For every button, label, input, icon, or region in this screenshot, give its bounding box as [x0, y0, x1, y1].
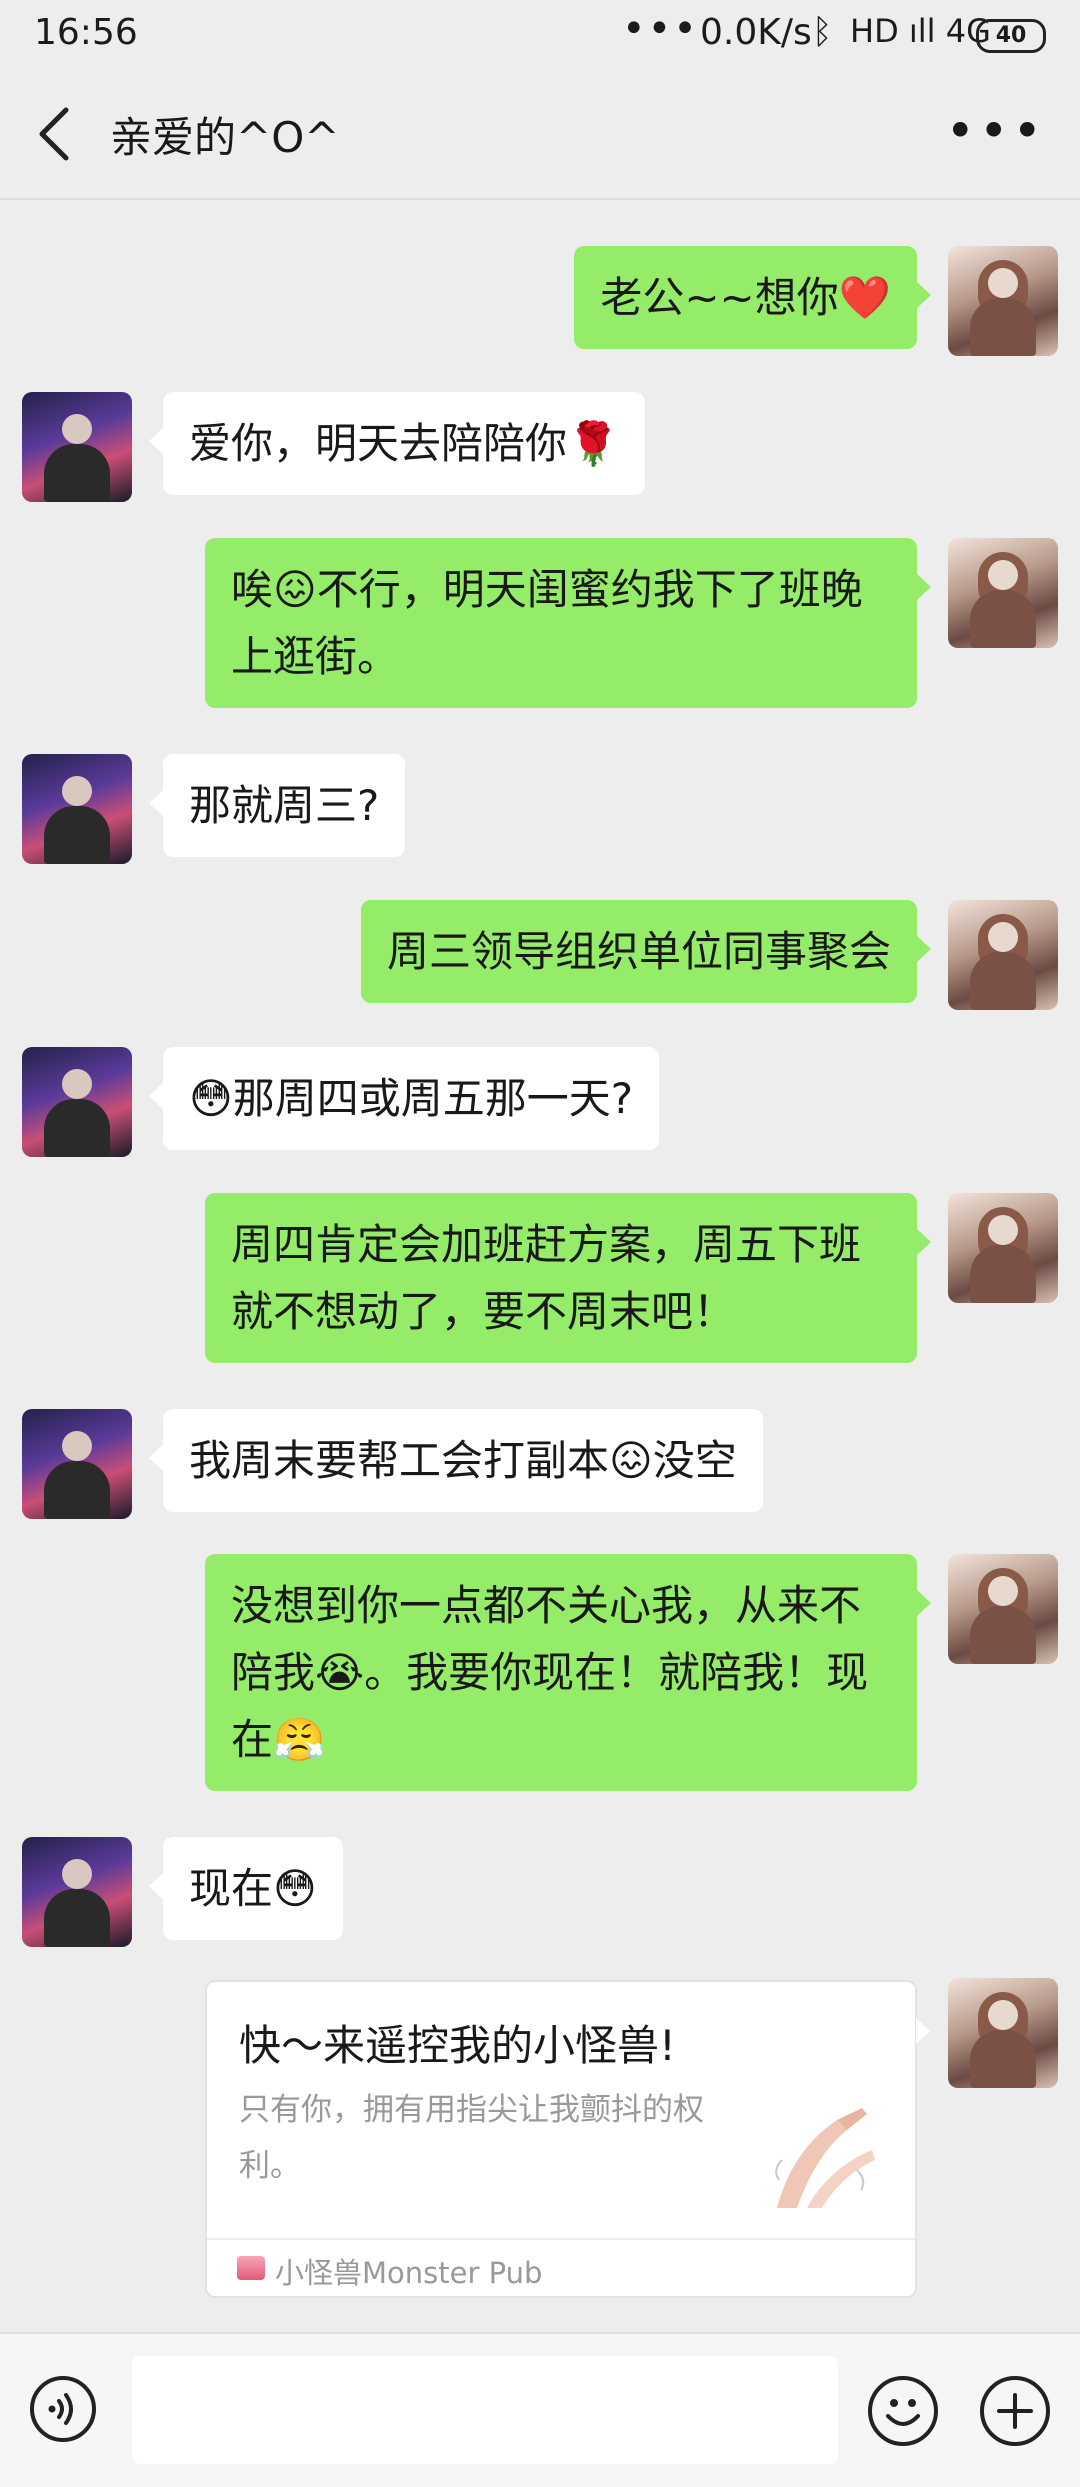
my-avatar[interactable] [948, 1193, 1058, 1303]
sent-message[interactable]: 唉😖不行，明天闺蜜约我下了班晚上逛街。 [205, 538, 931, 708]
my-avatar[interactable] [948, 900, 1058, 1010]
message-input[interactable] [132, 2356, 838, 2464]
card-title: 快～来遥控我的小怪兽! [239, 2021, 676, 2070]
received-message[interactable]: 现在😳 [149, 1837, 343, 1940]
received-message[interactable]: 那就周三? [148, 754, 406, 857]
chat-header: 亲爱的^O^ ••• [0, 70, 1080, 198]
my-avatar[interactable] [948, 246, 1058, 356]
smiley-icon [886, 2399, 920, 2426]
my-avatar[interactable] [948, 1554, 1058, 1664]
contact-avatar[interactable] [22, 392, 132, 502]
shared-link-card[interactable]: 快～来遥控我的小怪兽! 只有你，拥有用指尖让我颤抖的权利。 小怪兽Monster… [205, 1980, 930, 2300]
input-bar [0, 2332, 1080, 2487]
battery-icon: 40 [976, 19, 1046, 53]
contact-avatar[interactable] [22, 754, 132, 864]
received-message[interactable]: 爱你，明天去陪陪你🌹 [148, 392, 646, 495]
my-avatar[interactable] [948, 538, 1058, 648]
chat-title: 亲爱的^O^ [110, 113, 340, 162]
sent-message[interactable]: 老公~~想你❤️ [574, 246, 931, 349]
contact-avatar[interactable] [22, 1837, 132, 1947]
plus-icon [997, 2393, 1033, 2429]
back-arrow-icon[interactable] [36, 106, 76, 162]
contact-avatar[interactable] [22, 1409, 132, 1519]
mini-program-icon [237, 2256, 265, 2280]
card-footer: 小怪兽Monster Pub [207, 2238, 915, 2300]
emoji-button[interactable] [868, 2376, 938, 2446]
signal-icon: HD ıll 4G [850, 12, 991, 50]
status-bar: 16:56 ••• 0.0K/s ᛒ HD ıll 4G 40 [0, 0, 1080, 70]
bluetooth-icon: ᛒ [812, 12, 833, 52]
more-functions-button[interactable] [980, 2376, 1050, 2446]
card-source: 小怪兽Monster Pub [275, 2256, 543, 2290]
notification-dots-icon: ••• [622, 6, 699, 52]
sent-message[interactable]: 周三领导组织单位同事聚会 [360, 900, 932, 1003]
status-time: 16:56 [34, 12, 138, 53]
my-avatar[interactable] [948, 1978, 1058, 2088]
card-thumbnail-icon [775, 2108, 875, 2208]
received-message[interactable]: 😳那周四或周五那一天? [148, 1047, 660, 1150]
sent-message[interactable]: 周四肯定会加班赶方案，周五下班就不想动了，要不周末吧！ [205, 1193, 931, 1363]
sent-message[interactable]: 没想到你一点都不关心我，从来不陪我😭。我要你现在！就陪我！现在😤 [205, 1554, 931, 1791]
contact-avatar[interactable] [22, 1047, 132, 1157]
voice-icon [48, 2393, 73, 2425]
card-description: 只有你，拥有用指尖让我颤抖的权利。 [239, 2092, 704, 2184]
network-speed: 0.0K/s [700, 12, 812, 53]
header-divider [0, 198, 1080, 200]
voice-input-button[interactable] [30, 2376, 96, 2442]
more-options-icon[interactable]: ••• [946, 102, 1046, 160]
received-message[interactable]: 我周末要帮工会打副本😖没空 [149, 1409, 763, 1512]
